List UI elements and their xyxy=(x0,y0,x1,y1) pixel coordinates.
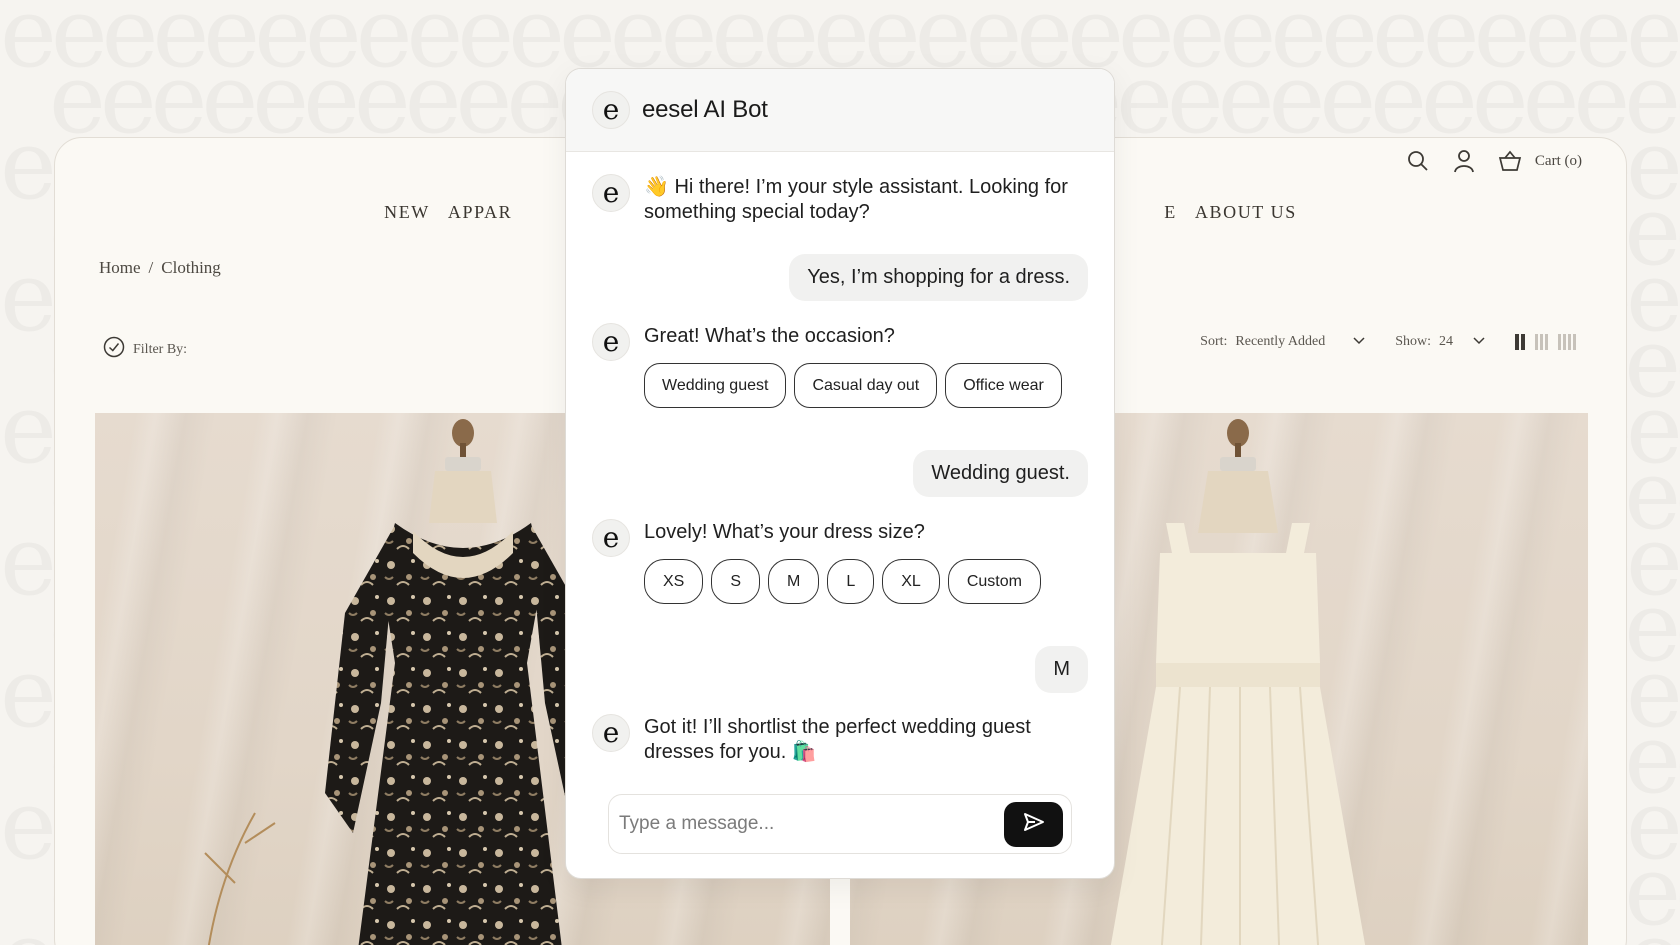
message-input[interactable] xyxy=(619,813,989,835)
sort-select[interactable]: Sort: Recently Added xyxy=(1200,334,1365,350)
cart-button[interactable]: Cart (o) xyxy=(1497,148,1582,174)
user-message: M xyxy=(1035,646,1088,693)
chat-header: e eesel AI Bot xyxy=(566,69,1114,152)
size-option-xs[interactable]: XS xyxy=(644,559,704,604)
bot-avatar: e xyxy=(592,323,630,361)
nav-item-about-us[interactable]: ABOUT US xyxy=(1195,202,1297,223)
quick-reply-office-wear[interactable]: Office wear xyxy=(945,363,1062,408)
bot-message-text: 👋 Hi there! I’m your style assistant. Lo… xyxy=(644,176,1068,223)
chevron-down-icon xyxy=(1353,334,1365,350)
show-value: 24 xyxy=(1439,334,1453,349)
bot-message: e Great! What’s the occasion? Wedding gu… xyxy=(592,319,1062,408)
size-option-custom[interactable]: Custom xyxy=(947,559,1041,604)
size-option-s[interactable]: S xyxy=(711,559,761,604)
size-option-m[interactable]: M xyxy=(768,559,820,604)
header-icons: Cart (o) xyxy=(1405,148,1582,174)
bot-message-text: Great! What’s the occasion? xyxy=(644,325,895,347)
bot-message-text: Got it! I’ll shortlist the perfect weddi… xyxy=(644,716,1031,763)
quick-reply-casual-day-out[interactable]: Casual day out xyxy=(794,363,938,408)
bot-message-text: Lovely! What’s your dress size? xyxy=(644,521,925,543)
grid-layout-icon[interactable] xyxy=(1515,334,1525,350)
chevron-down-icon xyxy=(1473,334,1485,350)
sort-label: Sort: xyxy=(1200,334,1228,349)
size-option-l[interactable]: L xyxy=(827,559,875,604)
size-options: XS S M L XL Custom xyxy=(644,559,1041,604)
search-icon[interactable] xyxy=(1405,148,1431,174)
send-icon xyxy=(1023,812,1045,837)
show-label: Show: xyxy=(1395,334,1431,349)
bot-message: e 👋 Hi there! I’m your style assistant. … xyxy=(592,170,1074,225)
filter-label: Filter By: xyxy=(133,341,188,357)
send-button[interactable] xyxy=(1004,801,1063,847)
grid-layout-switcher xyxy=(1515,334,1576,350)
bot-avatar: e xyxy=(592,91,630,129)
breadcrumb-current: Clothing xyxy=(161,258,221,277)
sort-bar: Sort: Recently Added Show: 24 xyxy=(1200,334,1576,350)
chat-title: eesel AI Bot xyxy=(642,96,768,123)
show-select[interactable]: Show: 24 xyxy=(1395,334,1485,350)
message-composer xyxy=(608,794,1072,854)
bot-avatar: e xyxy=(592,519,630,557)
user-message: Yes, I’m shopping for a dress. xyxy=(789,254,1088,301)
user-icon[interactable] xyxy=(1451,148,1477,174)
quick-reply-options: Wedding guest Casual day out Office wear xyxy=(644,363,1062,408)
cart-label: Cart (o) xyxy=(1534,152,1582,169)
chat-widget: e eesel AI Bot e 👋 Hi there! I’m your st… xyxy=(565,68,1115,879)
breadcrumb: Home / Clothing xyxy=(99,258,221,278)
breadcrumb-separator: / xyxy=(148,258,154,277)
user-message: Wedding guest. xyxy=(913,450,1088,497)
size-option-xl[interactable]: XL xyxy=(882,559,940,604)
bot-message: e Got it! I’ll shortlist the perfect wed… xyxy=(592,710,1074,765)
check-circle-icon xyxy=(103,336,125,363)
nav-item-partial[interactable]: E xyxy=(1164,202,1177,223)
quick-reply-wedding-guest[interactable]: Wedding guest xyxy=(644,363,787,408)
nav-item-new[interactable]: NEW xyxy=(384,202,430,223)
breadcrumb-home[interactable]: Home xyxy=(99,258,141,278)
grid-layout-icon[interactable] xyxy=(1535,334,1548,350)
bot-avatar: e xyxy=(592,174,630,212)
sort-value: Recently Added xyxy=(1235,334,1326,349)
bot-message: e Lovely! What’s your dress size? XS S M… xyxy=(592,515,1041,604)
basket-icon xyxy=(1497,148,1523,174)
nav-item-apparel[interactable]: APPAR xyxy=(448,202,512,223)
filter-button[interactable]: Filter By: xyxy=(103,336,187,363)
grid-layout-icon[interactable] xyxy=(1558,334,1576,350)
bot-avatar: e xyxy=(592,714,630,752)
